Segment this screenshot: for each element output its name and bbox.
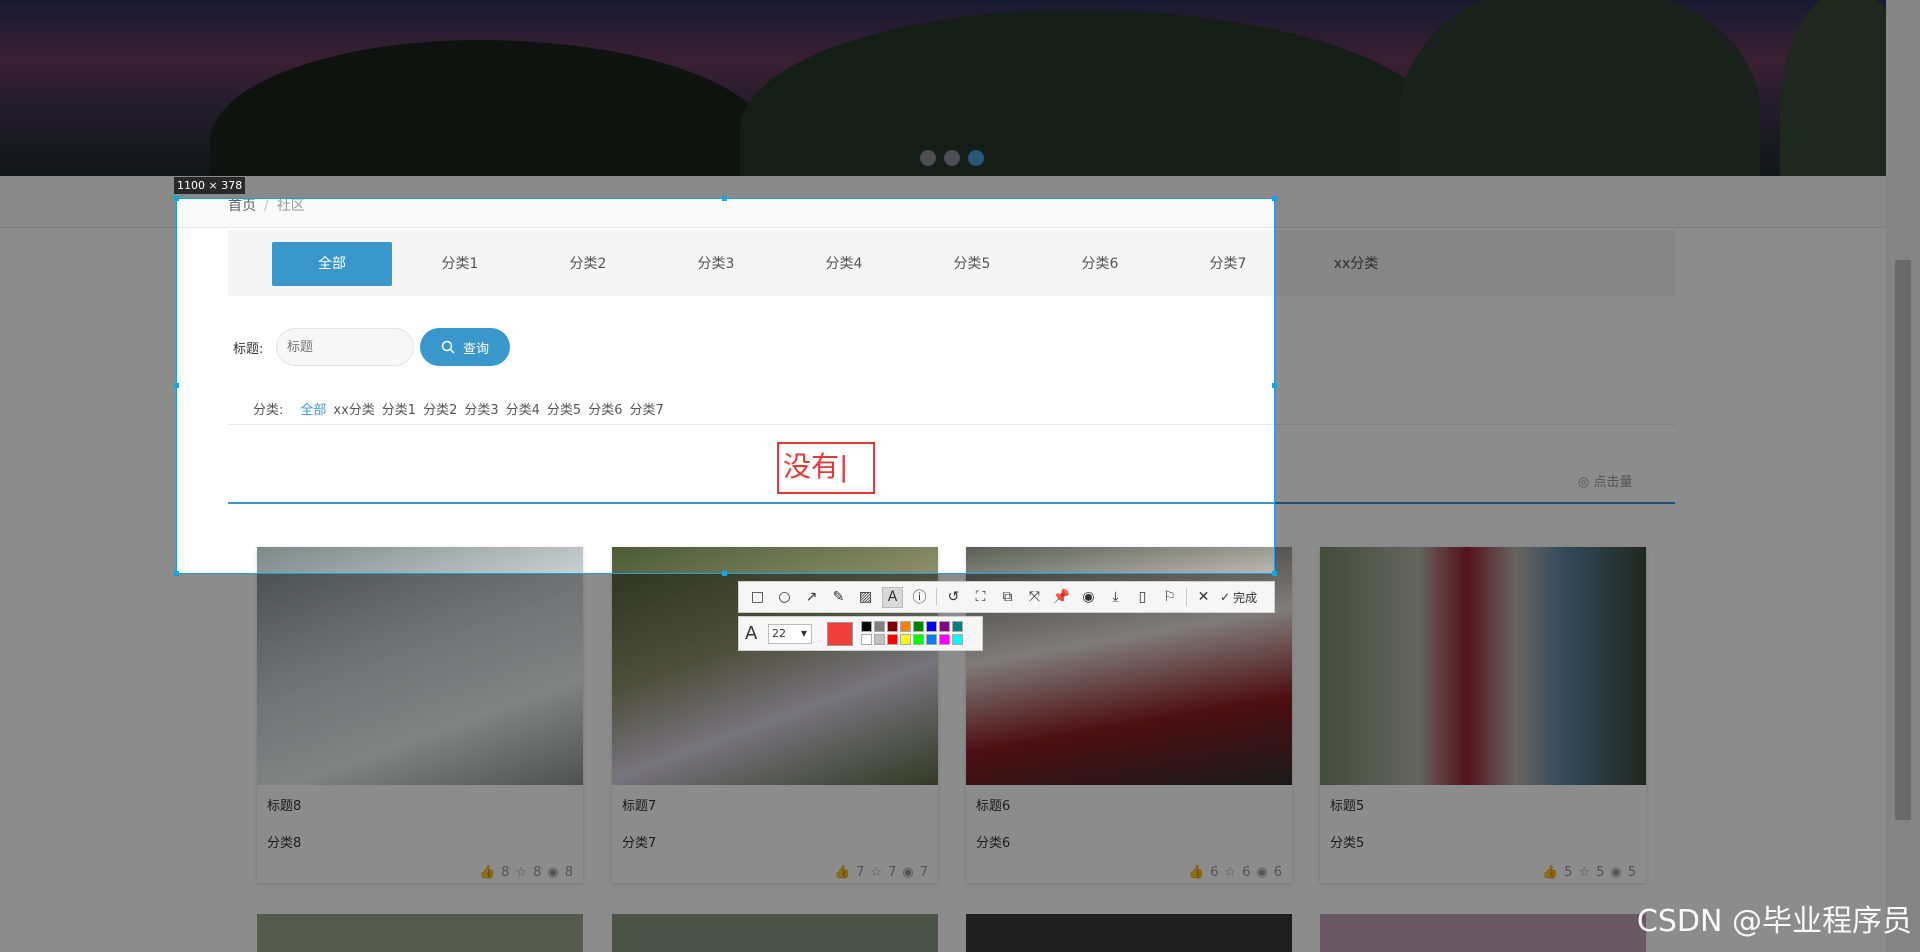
color-swatch[interactable] bbox=[900, 634, 911, 645]
undo-icon[interactable]: ↺ bbox=[943, 587, 964, 608]
annotation-toolbar: □ ○ ↗ ✎ ▨ A ⓘ ↺ ⛶ ⧉ ⤧ 📌 ◉ ⤓ ▯ ⚐ ✕ ✓ 完成 bbox=[738, 581, 1275, 613]
ocr-icon[interactable]: ⧉ bbox=[997, 587, 1018, 608]
toolbar-divider bbox=[936, 588, 937, 606]
color-swatch[interactable] bbox=[913, 621, 924, 632]
close-icon[interactable]: ✕ bbox=[1193, 587, 1214, 608]
mosaic-tool-icon[interactable]: ▨ bbox=[855, 587, 876, 608]
resize-handle[interactable] bbox=[722, 571, 727, 576]
font-size-select[interactable]: 22 ▼ bbox=[768, 624, 812, 644]
text-annotation[interactable]: 没有| bbox=[777, 442, 875, 494]
bookmark-icon[interactable]: ⚐ bbox=[1159, 587, 1180, 608]
scroll-capture-icon[interactable]: ⤧ bbox=[1024, 587, 1045, 608]
resize-handle[interactable] bbox=[1272, 383, 1277, 388]
color-swatch[interactable] bbox=[926, 621, 937, 632]
ellipse-tool-icon[interactable]: ○ bbox=[774, 587, 795, 608]
toolbar-divider bbox=[1186, 588, 1187, 606]
color-swatch[interactable] bbox=[926, 634, 937, 645]
color-swatch[interactable] bbox=[887, 621, 898, 632]
download-icon[interactable]: ⤓ bbox=[1105, 587, 1126, 608]
color-swatch[interactable] bbox=[874, 621, 885, 632]
capture-selection[interactable] bbox=[176, 198, 1275, 574]
done-label: 完成 bbox=[1233, 590, 1258, 605]
resize-handle[interactable] bbox=[1272, 196, 1277, 201]
selection-size-label: 1100 × 378 bbox=[174, 177, 246, 194]
done-button[interactable]: ✓ 完成 bbox=[1220, 589, 1257, 606]
color-swatch[interactable] bbox=[861, 621, 872, 632]
annotation-text: 没有 bbox=[783, 450, 840, 483]
screenshot-dim bbox=[0, 198, 176, 574]
color-swatch[interactable] bbox=[874, 634, 885, 645]
font-size-icon: A bbox=[745, 623, 758, 644]
screenshot-dim bbox=[1275, 198, 1920, 574]
pin-icon[interactable]: 📌 bbox=[1051, 587, 1072, 608]
text-properties-panel: A 22 ▼ bbox=[738, 616, 983, 651]
resize-handle[interactable] bbox=[174, 196, 179, 201]
color-swatch[interactable] bbox=[861, 634, 872, 645]
resize-handle[interactable] bbox=[174, 571, 179, 576]
resize-handle[interactable] bbox=[174, 383, 179, 388]
check-icon: ✓ bbox=[1220, 590, 1231, 604]
rectangle-tool-icon[interactable]: □ bbox=[747, 587, 768, 608]
phone-icon[interactable]: ▯ bbox=[1132, 587, 1153, 608]
color-swatch[interactable] bbox=[952, 621, 963, 632]
chevron-down-icon: ▼ bbox=[800, 629, 807, 638]
csdn-watermark: CSDN @毕业程序员 bbox=[1636, 904, 1912, 939]
color-swatch[interactable] bbox=[952, 634, 963, 645]
record-icon[interactable]: ◉ bbox=[1078, 587, 1099, 608]
color-swatch[interactable] bbox=[913, 634, 924, 645]
color-swatch[interactable] bbox=[939, 621, 950, 632]
font-size-value: 22 bbox=[772, 627, 786, 640]
current-color-swatch[interactable] bbox=[827, 622, 853, 646]
arrow-tool-icon[interactable]: ↗ bbox=[801, 587, 822, 608]
color-swatch[interactable] bbox=[900, 621, 911, 632]
color-swatch[interactable] bbox=[887, 634, 898, 645]
color-swatch[interactable] bbox=[939, 634, 950, 645]
pen-tool-icon[interactable]: ✎ bbox=[828, 587, 849, 608]
screenshot-dim bbox=[0, 0, 1920, 198]
number-tool-icon[interactable]: ⓘ bbox=[909, 587, 930, 608]
text-tool-icon[interactable]: A bbox=[882, 586, 903, 608]
crop-icon[interactable]: ⛶ bbox=[970, 587, 991, 608]
resize-handle[interactable] bbox=[1272, 571, 1277, 576]
resize-handle[interactable] bbox=[722, 196, 727, 201]
